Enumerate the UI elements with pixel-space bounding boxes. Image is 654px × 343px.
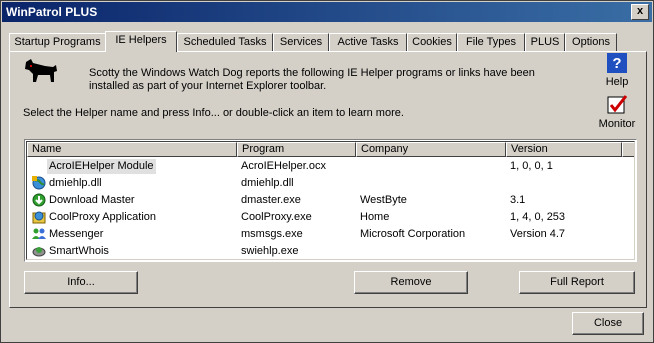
row-name: CoolProxy Application xyxy=(49,211,157,223)
tab-services[interactable]: Services xyxy=(273,33,329,51)
tab-startup-programs[interactable]: Startup Programs xyxy=(9,33,106,51)
monitor-label: Monitor xyxy=(598,118,636,130)
column-header-program[interactable]: Program xyxy=(237,142,356,157)
row-program: dmaster.exe xyxy=(241,194,301,206)
ie-helpers-list[interactable]: Name Program Company Version AcroIEHelpe… xyxy=(24,139,637,262)
row-program: dmiehlp.dll xyxy=(241,177,294,189)
row-version: 3.1 xyxy=(510,194,526,206)
tab-active-tasks[interactable]: Active Tasks xyxy=(329,33,407,51)
row-program: msmsgs.exe xyxy=(241,228,303,240)
table-row[interactable]: SmartWhois swiehlp.exe xyxy=(27,243,634,259)
tab-cookies[interactable]: Cookies xyxy=(407,33,457,51)
table-row[interactable]: dmiehlp.dll dmiehlp.dll xyxy=(27,175,634,192)
row-program: CoolProxy.exe xyxy=(241,211,312,223)
row-name: Messenger xyxy=(49,228,104,240)
whois-globe-icon xyxy=(32,247,46,257)
instruction-text: Select the Helper name and press Info...… xyxy=(23,107,404,119)
row-company: Home xyxy=(360,211,390,223)
row-company: Microsoft Corporation xyxy=(360,228,466,240)
help-label: Help xyxy=(605,76,629,88)
info-button[interactable]: Info... xyxy=(24,271,138,294)
table-row[interactable]: Messenger msmsgs.exe Microsoft Corporati… xyxy=(27,226,634,243)
help-question-icon: ? xyxy=(607,53,627,73)
tab-ie-helpers[interactable]: IE Helpers xyxy=(105,31,177,52)
row-name: dmiehlp.dll xyxy=(49,177,102,189)
full-report-button[interactable]: Full Report xyxy=(519,271,635,294)
proxy-icon xyxy=(32,211,46,224)
monitor-checkmark-icon xyxy=(607,95,628,114)
column-header-version[interactable]: Version xyxy=(506,142,622,157)
svg-text:?: ? xyxy=(612,55,621,72)
row-name: SmartWhois xyxy=(49,245,109,257)
row-version: 1, 4, 0, 253 xyxy=(510,211,566,223)
close-button[interactable]: Close xyxy=(572,312,644,335)
remove-button[interactable]: Remove xyxy=(354,271,468,294)
column-header-filler xyxy=(622,142,634,157)
table-row[interactable]: AcroIEHelper Module AcroIEHelper.ocx 1, … xyxy=(27,158,634,175)
monitor-button[interactable]: Monitor xyxy=(595,95,639,130)
window-title: WinPatrol PLUS xyxy=(6,5,98,19)
winpatrol-window: WinPatrol PLUS x Startup Programs IE Hel… xyxy=(0,0,654,343)
row-version: Version 4.7 xyxy=(510,228,566,240)
scotty-dog-icon xyxy=(25,59,57,82)
row-name: AcroIEHelper Module xyxy=(47,159,156,174)
column-header-name[interactable]: Name xyxy=(27,142,237,157)
tab-scheduled-tasks[interactable]: Scheduled Tasks xyxy=(177,33,273,51)
description-text: Scotty the Windows Watch Dog reports the… xyxy=(89,67,535,92)
messenger-people-icon xyxy=(32,228,46,239)
help-button[interactable]: ? Help xyxy=(599,53,635,88)
tab-file-types[interactable]: File Types xyxy=(457,33,525,51)
row-program: swiehlp.exe xyxy=(241,245,299,257)
tab-plus[interactable]: PLUS xyxy=(525,33,565,51)
column-header-company[interactable]: Company xyxy=(356,142,506,157)
title-bar[interactable]: WinPatrol PLUS x xyxy=(2,2,652,22)
tab-options[interactable]: Options xyxy=(565,33,617,51)
row-company: WestByte xyxy=(360,194,407,206)
globe-icon xyxy=(32,176,46,190)
window-close-button[interactable]: x xyxy=(631,4,649,20)
table-row[interactable]: Download Master dmaster.exe WestByte 3.1 xyxy=(27,192,634,209)
table-row[interactable]: CoolProxy Application CoolProxy.exe Home… xyxy=(27,209,634,226)
row-name: Download Master xyxy=(49,194,135,206)
download-arrow-icon xyxy=(32,193,46,207)
row-program: AcroIEHelper.ocx xyxy=(241,160,326,172)
row-version: 1, 0, 0, 1 xyxy=(510,160,553,172)
